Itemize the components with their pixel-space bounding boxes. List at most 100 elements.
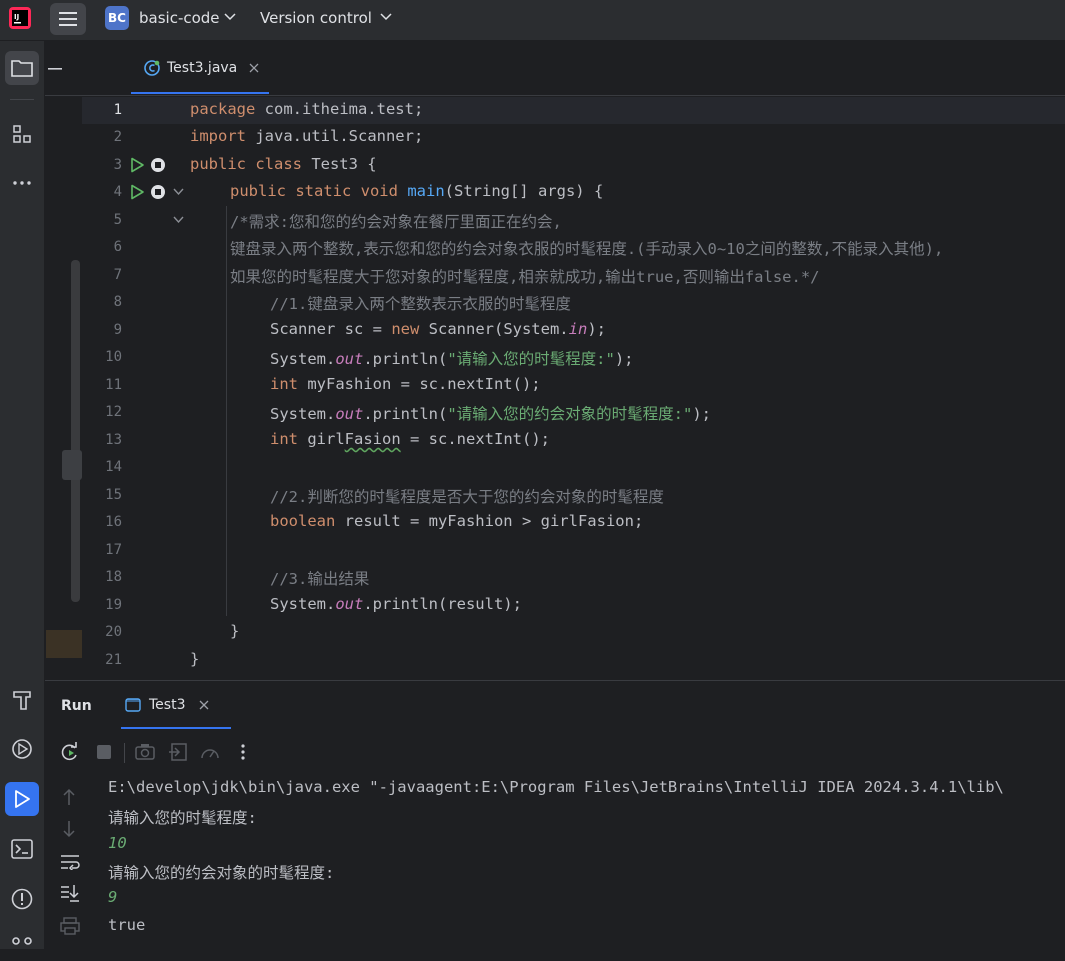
code-line-13[interactable]: int girlFasion = sc.nextInt(); (270, 430, 550, 448)
code-line-21[interactable]: } (190, 650, 199, 668)
code-line-7[interactable]: 如果您的时髦程度大于您对象的时髦程度,相亲就成功,输出true,否则输出fals… (230, 265, 819, 287)
stop-breakpoint-icon[interactable] (150, 157, 166, 173)
line-number: 7 (113, 267, 122, 283)
string-literal: "请输入您的约会对象的时髦程度:" (447, 405, 693, 423)
code-line-1[interactable]: package com.itheima.test; (190, 100, 423, 118)
profiler-button[interactable] (199, 741, 221, 763)
code-text: (String[] args) { (444, 182, 604, 200)
soft-wrap-icon[interactable] (60, 854, 80, 870)
code-line-8[interactable]: //1.键盘录入两个整数表示衣服的时髦程度 (270, 292, 571, 314)
fold-chevron-icon[interactable] (173, 216, 184, 224)
code-text: ); (614, 350, 634, 368)
code-line-9[interactable]: Scanner sc = new Scanner(System.in); (270, 320, 606, 338)
code-line-15[interactable]: //2.判断您的时髦程度是否大于您的约会对象的时髦程度 (270, 485, 664, 507)
code-line-10[interactable]: System.out.println("请输入您的时髦程度:"); (270, 347, 634, 369)
gauge-icon (201, 749, 219, 759)
console-line-command: E:\develop\jdk\bin\java.exe "-javaagent:… (108, 778, 1004, 796)
chevron-down-icon[interactable] (224, 13, 236, 21)
git-tool-button[interactable] (5, 927, 39, 961)
code-line-6[interactable]: 键盘录入两个整数,表示您和您的约会对象衣服的时髦程度.(手动录入0~10之间的整… (230, 237, 943, 259)
code-text: ); (587, 320, 606, 338)
minimize-icon[interactable] (47, 62, 63, 76)
main-menu-button[interactable] (50, 3, 86, 35)
run-tool-button[interactable] (5, 782, 39, 816)
close-icon[interactable] (249, 63, 259, 73)
terminal-tool-button[interactable] (5, 832, 39, 866)
keyword: public class (190, 155, 302, 173)
scroll-to-end-icon[interactable] (60, 884, 80, 902)
version-control-menu[interactable]: Version control (260, 9, 372, 27)
code-line-19[interactable]: System.out.println(result); (270, 595, 522, 613)
editor-scrollbar-thumb[interactable] (71, 260, 80, 602)
code-text: myFashion = sc.nextInt(); (298, 375, 541, 393)
structure-tool-button[interactable] (5, 117, 39, 151)
services-icon (12, 739, 32, 759)
code-line-3[interactable]: public class Test3 { (190, 155, 377, 173)
line-number: 5 (113, 212, 122, 228)
keyword: public static void (230, 182, 398, 200)
run-panel-title: Run (61, 698, 92, 714)
code-line-18[interactable]: //3.输出结果 (270, 567, 369, 589)
static-field: out (335, 350, 364, 368)
code-line-20[interactable]: } (230, 622, 239, 640)
method-name: main (407, 182, 445, 200)
folder-icon (11, 60, 33, 77)
code-text: System. (270, 595, 336, 613)
code-text: .println( (363, 405, 448, 423)
console-output[interactable]: E:\develop\jdk\bin\java.exe "-javaagent:… (95, 774, 1065, 949)
line-number: 16 (105, 514, 122, 530)
console-line: 请输入您的约会对象的时髦程度: (108, 864, 335, 882)
line-number: 13 (105, 432, 122, 448)
arrow-down-icon[interactable] (62, 820, 76, 838)
code-line-12[interactable]: System.out.println("请输入您的约会对象的时髦程度:"); (270, 402, 711, 424)
code-line-11[interactable]: int myFashion = sc.nextInt(); (270, 375, 541, 393)
print-icon[interactable] (60, 917, 80, 935)
structure-icon (13, 125, 31, 143)
static-field: out (335, 595, 364, 613)
chevron-down-icon[interactable] (380, 13, 392, 21)
run-method-icon[interactable] (129, 184, 145, 200)
code-text: Scanner(System. (419, 320, 569, 338)
problems-tool-button[interactable] (5, 882, 39, 916)
exit-button[interactable] (167, 741, 189, 763)
run-tab-test3[interactable]: Test3 (125, 697, 209, 713)
console-user-input: 9 (108, 888, 118, 906)
intellij-logo-icon[interactable]: IJ (9, 7, 31, 29)
arrow-up-icon[interactable] (62, 788, 76, 806)
code-line-2[interactable]: import java.util.Scanner; (190, 127, 423, 145)
fold-chevron-icon[interactable] (173, 188, 184, 196)
more-tools-button[interactable] (5, 166, 39, 200)
code-line-5[interactable]: /*需求:您和您的约会对象在餐厅里面正在约会, (230, 210, 562, 232)
code-line-4[interactable]: public static void main(String[] args) { (230, 182, 603, 200)
console-line: true (108, 916, 146, 934)
code-text: com.itheima.test; (255, 100, 424, 118)
run-class-icon[interactable] (129, 157, 145, 173)
services-tool-button[interactable] (5, 732, 39, 766)
line-number: 3 (113, 157, 122, 173)
close-icon[interactable] (199, 700, 209, 710)
static-field: in (568, 320, 588, 338)
typo-warning[interactable]: Fasion (345, 430, 401, 448)
stop-button[interactable] (93, 741, 115, 763)
line-number: 2 (113, 129, 122, 145)
tab-test3-java[interactable]: Test3.java (135, 53, 267, 83)
line-number: 9 (113, 322, 122, 338)
active-tab-indicator (121, 727, 231, 729)
more-options-button[interactable] (232, 741, 254, 763)
run-icon (15, 790, 30, 808)
dump-threads-button[interactable] (134, 741, 156, 763)
project-tool-button[interactable] (5, 51, 39, 85)
code-text: Test3 { (301, 155, 377, 173)
code-line-16[interactable]: boolean result = myFashion > girlFasion; (270, 512, 643, 530)
console-line: 请输入您的时髦程度: (108, 809, 257, 827)
build-tool-button[interactable] (5, 683, 39, 717)
project-badge[interactable]: BC (105, 6, 129, 30)
more-vertical-icon (241, 744, 245, 760)
project-name[interactable]: basic-code (139, 9, 220, 27)
stop-breakpoint-icon[interactable] (150, 184, 166, 200)
rerun-button[interactable] (59, 741, 81, 763)
java-class-icon (144, 60, 160, 76)
tab-label: Test3.java (167, 60, 238, 76)
console-side-toolbar (45, 774, 95, 949)
line-number: 8 (113, 294, 122, 310)
